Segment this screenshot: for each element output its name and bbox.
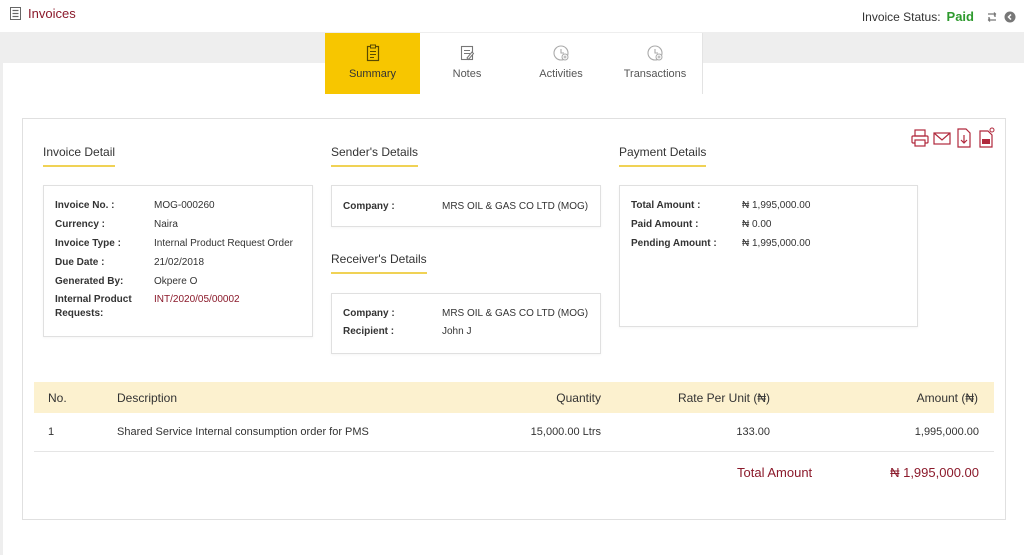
row-amount: 1,995,000.00 xyxy=(914,426,979,438)
status-label: Invoice Status: xyxy=(861,9,941,24)
invoice-detail-box: Invoice No. : MOG-000260 Currency : Nair… xyxy=(43,185,313,337)
paid-amount-label: Paid Amount : xyxy=(631,219,699,230)
due-date-label: Due Date : xyxy=(55,257,105,268)
generated-by-label: Generated By: xyxy=(55,276,124,287)
clock-plus-icon xyxy=(647,45,663,61)
sender-company-label: Company : xyxy=(343,201,395,212)
sender-company-value: MRS OIL & GAS CO LTD (MOG) xyxy=(442,201,589,212)
col-amount-header: Amount (₦) xyxy=(916,391,978,405)
currency-label: Currency : xyxy=(55,219,106,230)
invoice-type-label: Invoice Type : xyxy=(55,238,121,249)
tab-activities-label: Activities xyxy=(539,68,583,80)
col-description-header: Description xyxy=(117,391,178,405)
print-icon[interactable] xyxy=(910,127,930,149)
tab-strip: Summary Notes Activities Transactions xyxy=(325,33,703,94)
row-description: Shared Service Internal consumption orde… xyxy=(117,426,369,438)
status-badge: Paid xyxy=(946,9,974,24)
clock-plus-icon xyxy=(553,45,569,61)
invoice-no-value: MOG-000260 xyxy=(154,200,215,211)
recipient-value: John J xyxy=(442,326,472,337)
pending-amount-label: Pending Amount : xyxy=(631,238,717,249)
pending-amount-value: ₦ 1,995,000.00 xyxy=(742,238,811,249)
invoice-no-label: Invoice No. : xyxy=(55,200,115,211)
invoice-detail-title: Invoice Detail xyxy=(43,145,116,167)
row-quantity: 15,000.00 Ltrs xyxy=(530,426,601,438)
total-amount-label: Total Amount : xyxy=(631,200,701,211)
tab-summary-label: Summary xyxy=(348,68,397,80)
tab-transactions[interactable]: Transactions xyxy=(608,33,702,94)
email-icon[interactable] xyxy=(932,127,952,149)
payment-details-box: Total Amount : ₦ 1,995,000.00 Paid Amoun… xyxy=(619,185,918,327)
invoice-type-value: Internal Product Request Order xyxy=(154,238,293,249)
paid-amount-value: ₦ 0.00 xyxy=(742,219,772,230)
receiver-details-box: Company : MRS OIL & GAS CO LTD (MOG) Rec… xyxy=(331,293,601,354)
total-amount-footer-value: ₦ 1,995,000.00 xyxy=(890,465,979,480)
page-title: Invoices xyxy=(28,6,76,21)
tab-transactions-label: Transactions xyxy=(623,68,687,80)
sender-details-box: Company : MRS OIL & GAS CO LTD (MOG) xyxy=(331,185,601,227)
back-circle-icon[interactable] xyxy=(1004,11,1016,23)
notes-icon xyxy=(460,45,475,61)
tab-notes[interactable]: Notes xyxy=(420,33,514,94)
receiver-company-value: MRS OIL & GAS CO LTD (MOG) xyxy=(442,308,589,319)
col-rate-header: Rate Per Unit (₦) xyxy=(677,391,770,405)
row-divider xyxy=(34,451,994,452)
row-rate: 133.00 xyxy=(736,426,770,438)
internal-requests-label: Internal Product Requests: xyxy=(55,294,132,319)
total-amount-footer-label: Total Amount xyxy=(737,465,813,480)
tab-notes-label: Notes xyxy=(452,68,482,80)
items-table-header: No. Description Quantity Rate Per Unit (… xyxy=(34,382,994,413)
export-toolbar xyxy=(910,127,996,149)
row-no: 1 xyxy=(48,426,55,438)
download-icon[interactable] xyxy=(954,127,974,149)
col-quantity-header: Quantity xyxy=(556,391,601,405)
document-list-icon xyxy=(10,7,21,20)
tab-activities[interactable]: Activities xyxy=(514,33,608,94)
receiver-company-label: Company : xyxy=(343,308,395,319)
top-bar: Invoices Invoice Status: Paid xyxy=(0,0,1024,32)
recipient-label: Recipient : xyxy=(343,326,395,337)
pdf-icon[interactable] xyxy=(976,127,996,149)
currency-value: Naira xyxy=(154,219,178,230)
internal-request-link[interactable]: INT/2020/05/00002 xyxy=(154,293,240,307)
due-date-value: 21/02/2018 xyxy=(154,257,205,268)
app-title: Invoices xyxy=(10,6,76,21)
tab-summary[interactable]: Summary xyxy=(325,33,420,94)
clipboard-icon xyxy=(366,44,379,62)
sender-details-title: Sender's Details xyxy=(331,145,418,167)
col-no-header: No. xyxy=(48,391,67,405)
invoice-status: Invoice Status: Paid xyxy=(862,9,1016,24)
generated-by-value: Okpere O xyxy=(154,276,198,287)
payment-details-title: Payment Details xyxy=(619,145,707,167)
refresh-icon[interactable] xyxy=(986,11,998,23)
receiver-details-title: Receiver's Details xyxy=(331,252,427,274)
total-amount-value: ₦ 1,995,000.00 xyxy=(742,200,811,211)
